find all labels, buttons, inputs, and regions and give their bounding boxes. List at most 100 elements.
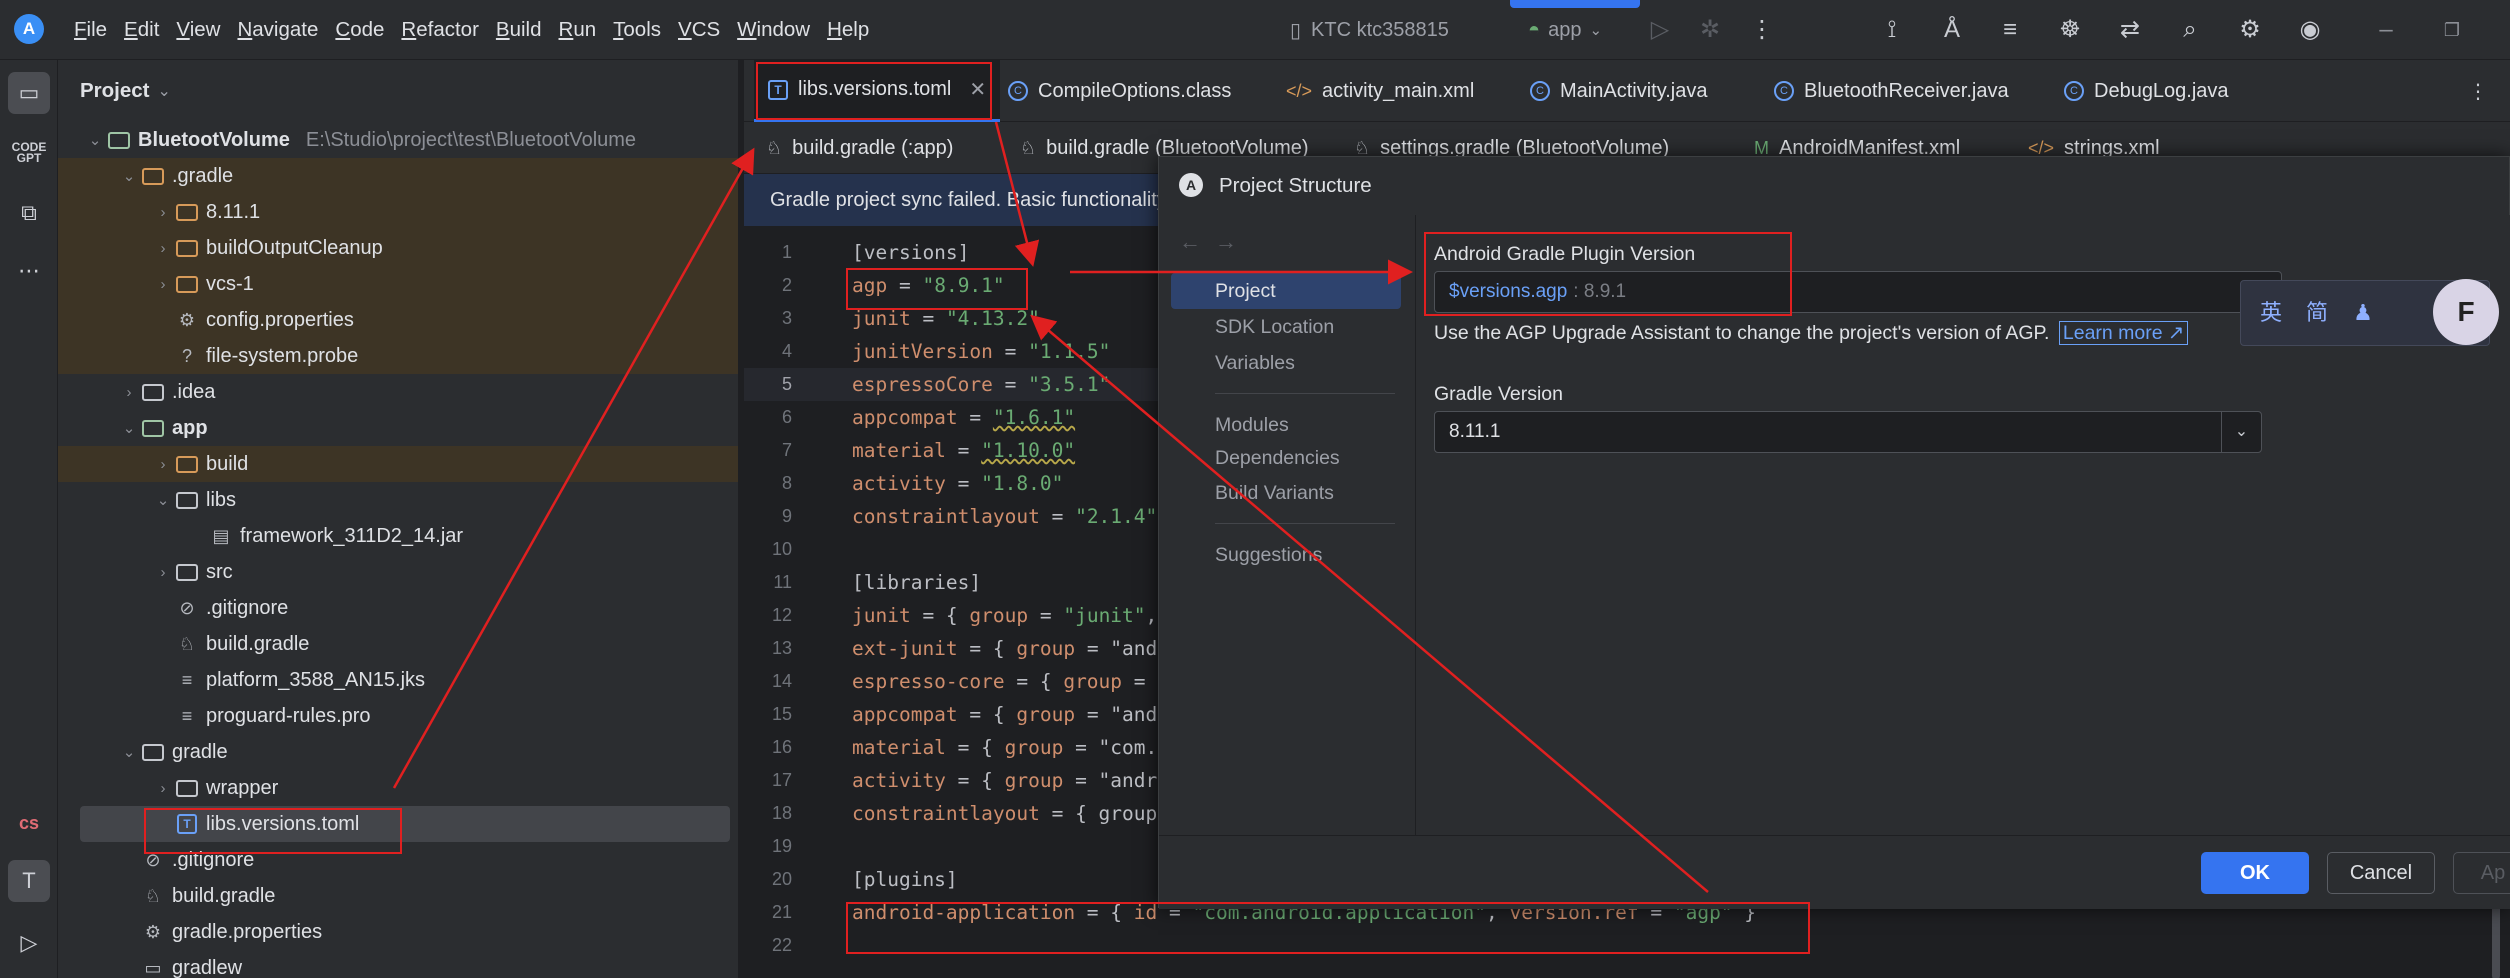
tree-row[interactable]: ▤ framework_311D2_14.jar (58, 518, 738, 554)
run-config-selector[interactable]: ◓ app ⌄ (1528, 0, 1602, 60)
tree-row[interactable]: ♘ build.gradle (58, 626, 738, 662)
menu-refactor[interactable]: Refactor (401, 18, 478, 42)
tree-row[interactable]: ⌄ gradle (58, 734, 738, 770)
tree-row[interactable]: ⚙ gradle.properties (58, 914, 738, 950)
tree-row[interactable]: ⌄ BluetootVolume E:\Studio\project\test\Bl… (58, 122, 738, 158)
ok-button[interactable]: OK (2201, 852, 2309, 894)
sync-icon[interactable]: ⇄ (2116, 16, 2144, 44)
ime-logo-icon[interactable]: F (2433, 279, 2499, 345)
menu-run[interactable]: Run (559, 18, 597, 42)
chevron-right-icon[interactable]: › (152, 240, 174, 257)
chevron-down-icon[interactable]: ⌄ (84, 131, 106, 149)
account-icon[interactable]: ◉ (2296, 16, 2324, 44)
gradle-version-combobox[interactable]: 8.11.1 ⌄ (1434, 411, 2262, 453)
nav-project[interactable]: Project (1171, 273, 1401, 309)
ime-simplified-toggle[interactable]: 简 (2297, 293, 2337, 333)
tree-row[interactable]: ⌄ libs (58, 482, 738, 518)
chevron-down-icon[interactable]: ⌄ (118, 167, 140, 185)
device-selector[interactable]: ▯ KTC ktc358815 (1290, 0, 1449, 60)
android-studio-logo[interactable]: A (14, 14, 44, 44)
tree-row[interactable]: › 8.11.1 (58, 194, 738, 230)
ime-english-toggle[interactable]: 英 (2251, 293, 2291, 333)
chevron-down-icon[interactable]: ⌄ (118, 419, 140, 437)
minimize-icon[interactable]: – (2372, 16, 2400, 44)
menu-navigate[interactable]: Navigate (237, 18, 318, 42)
tree-row[interactable]: › build (58, 446, 738, 482)
menu-tools[interactable]: Tools (613, 18, 661, 42)
back-forward-arrows[interactable]: ←→ (1179, 229, 1251, 255)
tab-debug-log[interactable]: C DebugLog.java (2064, 60, 2229, 122)
cs-plugin-icon[interactable]: cs (8, 802, 50, 844)
tree-row[interactable]: ⌄ .gradle (58, 158, 738, 194)
more-tools-icon[interactable]: ⋯ (8, 250, 50, 292)
menu-help[interactable]: Help (827, 18, 869, 42)
tab-main-activity[interactable]: C MainActivity.java (1530, 60, 1707, 122)
chevron-right-icon[interactable]: › (152, 204, 174, 221)
terminal-icon[interactable]: T (8, 860, 50, 902)
run-icon[interactable]: ▷ (1646, 16, 1674, 44)
settings-icon[interactable]: ⚙ (2236, 16, 2264, 44)
project-folder-icon[interactable]: ▭ (8, 72, 50, 114)
annotation-box-toml-file (144, 808, 402, 854)
tab-build-gradle-app[interactable]: ♘ build.gradle (:app) (766, 122, 953, 174)
nav-modules[interactable]: Modules (1171, 407, 1401, 443)
menu-code[interactable]: Code (335, 18, 384, 42)
run-tool-icon[interactable]: ▷ (8, 922, 50, 964)
nav-suggestions[interactable]: Suggestions (1171, 537, 1401, 573)
tab-overflow-icon[interactable]: ⋮ (2468, 60, 2488, 122)
chevron-down-icon[interactable]: ⌄ (152, 491, 174, 509)
dialog-title-bar[interactable]: A Project Structure (1159, 157, 2510, 215)
dialog-title: Project Structure (1219, 174, 1372, 197)
resource-manager-icon[interactable]: ⧉ (8, 192, 50, 234)
line-number: 15 (771, 704, 792, 724)
tree-row[interactable]: › src (58, 554, 738, 590)
menu-view[interactable]: View (176, 18, 220, 42)
cancel-button[interactable]: Cancel (2327, 852, 2435, 894)
chevron-down-icon[interactable]: ⌄ (2221, 412, 2261, 452)
learn-more-link[interactable]: Learn more ↗ (2058, 321, 2189, 345)
nav-build-variants[interactable]: Build Variants (1171, 475, 1401, 511)
restore-icon[interactable]: ❐ (2438, 16, 2466, 44)
tree-row[interactable]: ▭ gradlew (58, 950, 738, 978)
chevron-right-icon[interactable]: › (152, 276, 174, 293)
translate-icon[interactable]: Å (1938, 16, 1966, 44)
apply-button[interactable]: Ap (2453, 852, 2510, 894)
tree-row[interactable]: ⊘ .gitignore (58, 590, 738, 626)
code-text: appcompat = "1.6.1" (852, 406, 1076, 429)
menu-file[interactable]: File (74, 18, 107, 42)
tree-row[interactable]: ⌄ app (58, 410, 738, 446)
nav-variables[interactable]: Variables (1171, 345, 1401, 381)
tree-row[interactable]: › .idea (58, 374, 738, 410)
tree-row[interactable]: ♘ build.gradle (58, 878, 738, 914)
tree-row[interactable]: › vcs-1 (58, 266, 738, 302)
structure-icon[interactable]: ≡ (1996, 16, 2024, 44)
tree-row[interactable]: ? file-system.probe (58, 338, 738, 374)
tree-row[interactable]: ⚙ config.properties (58, 302, 738, 338)
tab-compile-options[interactable]: C CompileOptions.class (1008, 60, 1231, 122)
more-icon[interactable]: ⋮ (1748, 16, 1776, 44)
tab-bluetooth-receiver[interactable]: C BluetoothReceiver.java (1774, 60, 2009, 122)
menu-window[interactable]: Window (737, 18, 810, 42)
codegpt-icon[interactable]: CODE GPT (8, 132, 50, 174)
chevron-down-icon[interactable]: ⌄ (118, 743, 140, 761)
menu-edit[interactable]: Edit (124, 18, 159, 42)
tree-row[interactable]: ≡ proguard-rules.pro (58, 698, 738, 734)
tab-activity-main[interactable]: </> activity_main.xml (1286, 60, 1474, 122)
nav-sdk-location[interactable]: SDK Location (1171, 309, 1401, 345)
tree-row[interactable]: › buildOutputCleanup (58, 230, 738, 266)
menu-build[interactable]: Build (496, 18, 542, 42)
tree-row[interactable]: › wrapper (58, 770, 738, 806)
profiler-icon[interactable]: ⟟ (1878, 16, 1906, 44)
debug-icon[interactable]: ✲ (1696, 16, 1724, 44)
chevron-right-icon[interactable]: › (152, 564, 174, 581)
search-icon[interactable]: ⌕ (2176, 16, 2204, 44)
tree-row[interactable]: ≡ platform_3588_AN15.jks (58, 662, 738, 698)
project-panel-header[interactable]: Project ⌄ (58, 60, 738, 122)
chevron-right-icon[interactable]: › (118, 384, 140, 401)
chevron-right-icon[interactable]: › (152, 456, 174, 473)
ime-skin-icon[interactable]: ♟ (2343, 293, 2383, 333)
chevron-right-icon[interactable]: › (152, 780, 174, 797)
bug-icon[interactable]: ☸ (2056, 16, 2084, 44)
nav-dependencies[interactable]: Dependencies (1171, 440, 1401, 476)
menu-vcs[interactable]: VCS (678, 18, 720, 42)
